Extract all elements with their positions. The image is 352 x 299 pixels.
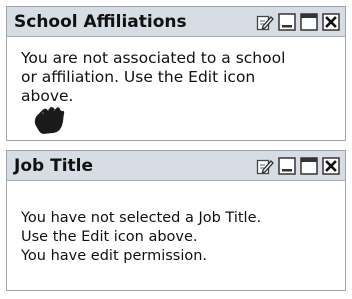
message-line: or affiliation. Use the Edit icon <box>21 68 256 86</box>
message-line: You have edit permission. <box>21 248 208 264</box>
minimize-icon[interactable] <box>278 12 296 31</box>
edit-icon[interactable] <box>256 13 274 31</box>
message-line: You have not selected a Job Title. <box>21 210 262 226</box>
window-controls <box>256 156 345 175</box>
message-line: You are not associated to a school <box>21 49 286 67</box>
drag-hand-cursor-icon <box>32 104 67 137</box>
minimize-icon[interactable] <box>278 156 296 175</box>
maximize-icon[interactable] <box>300 156 318 175</box>
close-icon[interactable] <box>322 156 340 175</box>
edit-icon[interactable] <box>256 157 274 175</box>
maximize-icon[interactable] <box>300 12 318 31</box>
portlet-title: Job Title <box>14 155 93 176</box>
window-controls <box>256 12 345 31</box>
portlet-message: You are not associated to a school or af… <box>7 37 345 106</box>
message-line: Use the Edit icon above. <box>21 229 198 245</box>
close-icon[interactable] <box>322 12 340 31</box>
portlet-title: School Affiliations <box>14 11 187 32</box>
portlet-titlebar[interactable]: School Affiliations <box>7 7 345 37</box>
job-title-portlet: Job Title You have not selected a Job Ti… <box>6 150 346 291</box>
portlet-message: You have not selected a Job Title. Use t… <box>7 181 345 266</box>
portlet-titlebar[interactable]: Job Title <box>7 151 345 181</box>
